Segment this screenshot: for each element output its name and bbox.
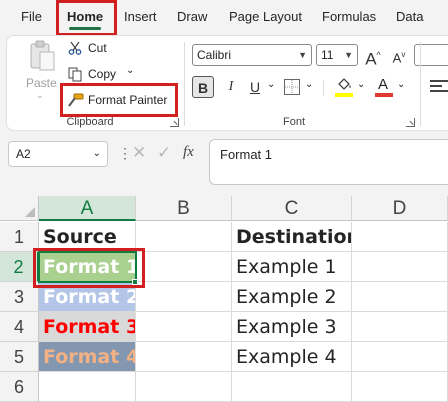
copy-icon [68,67,82,82]
font-color-icon: A [378,76,389,93]
copy-dropdown-icon[interactable]: ⌄ [126,65,134,76]
align-lines-icon[interactable] [430,80,448,94]
cell-c3[interactable]: Example 2 [232,282,352,312]
fill-color-dropdown-icon[interactable]: ⌄ [357,79,365,90]
more-options-icon[interactable]: ⋮ [118,145,132,162]
cell-b1[interactable] [136,222,232,252]
tab-data[interactable]: Data [396,0,423,34]
cell-b2[interactable] [136,252,232,282]
cancel-entry-icon[interactable]: ✕ [132,143,146,163]
cell-a6[interactable] [39,372,136,402]
font-size-value: 11 [321,48,334,62]
home-tab-highlight [56,0,117,36]
cell-c2[interactable]: Example 1 [232,252,352,282]
fill-color-swatch [335,93,353,97]
increase-font-icon: A [365,49,377,69]
tab-formulas[interactable]: Formulas [322,0,376,34]
tab-file[interactable]: File [21,0,42,34]
font-color-swatch [375,93,393,97]
select-all-icon [25,207,35,217]
confirm-entry-icon[interactable]: ✓ [157,143,171,163]
font-color-dropdown-icon[interactable]: ⌄ [397,79,405,90]
copy-button[interactable]: Copy ⌄ [68,65,140,84]
cell-d6[interactable] [352,372,448,402]
cell-b3[interactable] [136,282,232,312]
font-inner-separator [323,80,324,96]
name-box[interactable]: A2 ⌄ [8,141,108,167]
cell-c5[interactable]: Example 4 [232,342,352,372]
cut-button[interactable]: Cut [68,40,118,58]
bold-button[interactable]: B [192,76,214,98]
clipboard-group-label: Clipboard [66,116,114,128]
column-header-a[interactable]: A [39,196,136,221]
ribbon-separator [184,42,185,126]
select-all-corner[interactable] [0,196,39,221]
font-name-value: Calibri [197,48,232,62]
cell-b4[interactable] [136,312,232,342]
bold-icon: B [197,80,209,96]
cell-c1[interactable]: Destination [232,222,352,252]
cell-d2[interactable] [352,252,448,282]
cell-d1[interactable] [352,222,448,252]
increase-font-button[interactable]: A^ [362,44,384,69]
italic-button[interactable]: I [220,76,242,98]
column-header-c[interactable]: C [232,196,352,221]
underline-button[interactable]: U [244,76,266,98]
cell-c4[interactable]: Example 3 [232,312,352,342]
formula-input[interactable]: Format 1 [209,139,448,185]
italic-icon: I [228,79,234,94]
fill-color-button[interactable] [333,76,355,98]
decrease-font-button[interactable]: Av [388,44,410,66]
underline-icon: U [249,79,261,95]
cell-d4[interactable] [352,312,448,342]
cut-label: Cut [88,41,107,55]
spreadsheet-grid: A B C D 1 2 3 4 5 6 Source Destination F… [0,196,448,402]
font-group-label: Font [282,116,305,128]
menu-bar: File Home Insert Draw Page Layout Formul… [0,0,448,36]
column-header-d[interactable]: D [352,196,448,221]
row-header-5[interactable]: 5 [0,342,39,372]
scissors-icon [68,41,82,55]
underline-dropdown-icon[interactable]: ⌄ [267,79,275,90]
cell-c6[interactable] [232,372,352,402]
cell-d3[interactable] [352,282,448,312]
paste-button[interactable]: Paste ⌄ [26,40,58,104]
cell-a5[interactable]: Format 4 [39,342,136,372]
paste-icon [30,40,55,71]
borders-button[interactable] [284,79,300,95]
tab-draw[interactable]: Draw [177,0,207,34]
font-color-button[interactable]: A [373,76,395,98]
borders-icon [285,80,299,94]
paste-dropdown-icon: ⌄ [36,90,44,100]
insert-function-icon[interactable]: fx [183,144,194,161]
ribbon-separator [420,42,421,126]
borders-dropdown-icon[interactable]: ⌄ [305,79,313,90]
cell-a4[interactable]: Format 3 [39,312,136,342]
paste-label: Paste [26,76,57,90]
font-name-select[interactable]: Calibri ▼ [192,44,312,66]
tab-insert[interactable]: Insert [124,0,157,34]
tab-page-layout[interactable]: Page Layout [229,0,302,34]
cell-b6[interactable] [136,372,232,402]
formula-content: Format 1 [220,147,273,162]
format-painter-highlight [60,83,178,117]
source-cell-highlight [33,248,145,288]
cell-d5[interactable] [352,342,448,372]
name-box-value: A2 [16,147,31,161]
chevron-down-icon: ▼ [298,50,307,60]
column-header-b[interactable]: B [136,196,232,221]
row-header-6[interactable]: 6 [0,372,39,402]
font-size-select[interactable]: 11 ▼ [316,44,358,66]
chevron-down-icon: ⌄ [92,148,101,159]
chevron-down-icon: ▼ [344,50,353,60]
cell-b5[interactable] [136,342,232,372]
fill-bucket-icon [338,78,351,90]
copy-label: Copy [88,67,117,81]
font-launcher-icon[interactable] [406,118,415,127]
row-header-4[interactable]: 4 [0,312,39,342]
clipboard-launcher-icon[interactable] [170,118,179,127]
